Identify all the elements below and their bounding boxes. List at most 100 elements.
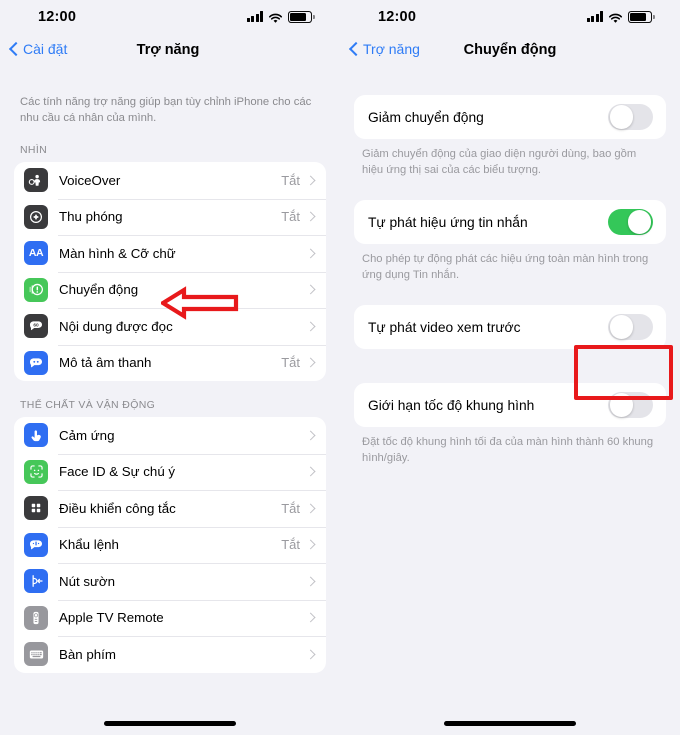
list-item-label: VoiceOver — [59, 172, 121, 188]
svg-text:60: 60 — [33, 323, 39, 329]
list-item-label: Mô tả âm thanh — [59, 355, 152, 371]
setting-label: Giới hạn tốc độ khung hình — [368, 397, 535, 413]
right-content: Giảm chuyển động Giảm chuyển động của gi… — [340, 72, 680, 466]
auto-play-video-previews-toggle[interactable] — [608, 313, 653, 341]
reduce-motion-footnote: Giảm chuyển động của giao diện người dùn… — [362, 148, 637, 176]
list-item-voice-control[interactable]: Khẩu lệnh Tắt — [14, 526, 326, 564]
list-item-label: Nội dung được đọc — [59, 318, 173, 334]
limit-frame-rate-footnote: Đặt tốc độ khung hình tối đa của màn hìn… — [362, 436, 654, 464]
cellular-bars-icon — [586, 11, 603, 23]
list-item-display-text-size[interactable]: AA Màn hình & Cỡ chữ — [14, 235, 326, 272]
wifi-icon — [268, 11, 283, 23]
page-title: Trợ năng — [136, 42, 200, 58]
list-item-label: Face ID & Sự chú ý — [59, 464, 176, 480]
list-item-value: Tắt — [281, 537, 300, 553]
setting-label: Tự phát hiệu ứng tin nhắn — [368, 214, 528, 230]
reduce-motion-toggle[interactable] — [608, 103, 653, 131]
list-item-value: Tắt — [281, 172, 300, 188]
nav-bar-right: Trợ năng Chuyển động — [340, 36, 680, 72]
status-bar-left: 12:00 — [0, 0, 340, 36]
status-bar-icons — [586, 11, 655, 23]
section-header-physical-motor: THỂ CHẤT VÀ VẬN ĐỘNG — [20, 399, 156, 411]
chevron-right-icon — [307, 612, 314, 624]
status-bar-right: 12:00 — [340, 0, 680, 36]
battery-icon — [628, 11, 655, 23]
wifi-icon — [608, 11, 623, 23]
list-item-label: Khẩu lệnh — [59, 537, 119, 553]
chevron-right-icon — [307, 284, 314, 296]
audio-descriptions-icon — [24, 350, 48, 375]
spoken-content-icon: 60 — [24, 314, 48, 339]
list-item-side-button[interactable]: Nút sườn — [14, 563, 326, 600]
chevron-right-icon — [307, 211, 314, 223]
limit-frame-rate-toggle[interactable] — [608, 391, 653, 419]
list-item-keyboard[interactable]: Bàn phím — [14, 636, 326, 673]
apple-tv-remote-icon — [24, 605, 48, 630]
list-item-label: Nút sườn — [59, 573, 116, 589]
list-item-voiceover[interactable]: VoiceOver Tắt — [14, 162, 326, 199]
face-id-icon — [24, 459, 48, 484]
list-item-zoom[interactable]: Thu phóng Tắt — [14, 198, 326, 236]
home-indicator-right — [444, 721, 576, 726]
voice-control-icon — [24, 532, 48, 557]
auto-play-message-effects-footnote: Cho phép tự động phát các hiệu ứng toàn … — [362, 253, 649, 281]
chevron-right-icon — [307, 357, 314, 369]
chevron-right-icon — [307, 648, 314, 660]
list-item-apple-tv-remote[interactable]: Apple TV Remote — [14, 599, 326, 637]
chevron-right-icon — [307, 174, 314, 186]
accessibility-intro-text: Các tính năng trợ năng giúp bạn tùy chỉn… — [20, 96, 312, 124]
chevron-right-icon — [307, 502, 314, 514]
switch-control-icon — [24, 496, 48, 521]
display-text-size-icon: AA — [24, 241, 48, 266]
setting-label: Tự phát video xem trước — [368, 319, 521, 335]
chevron-right-icon — [307, 320, 314, 332]
list-item-value: Tắt — [281, 500, 300, 516]
chevron-right-icon — [307, 429, 314, 441]
setting-row-auto-play-video-previews: Tự phát video xem trước — [354, 305, 666, 349]
setting-row-auto-play-message-effects: Tự phát hiệu ứng tin nhắn — [354, 200, 666, 244]
keyboard-icon — [24, 642, 48, 667]
chevron-right-icon — [307, 466, 314, 478]
voiceover-icon — [24, 168, 48, 193]
auto-play-message-effects-toggle[interactable] — [608, 208, 653, 236]
list-item-label: Apple TV Remote — [59, 610, 164, 626]
left-phone-screen: 12:00 Cài đặt Trợ năng Các tính năng trợ… — [0, 0, 340, 735]
list-item-switch-control[interactable]: Điều khiển công tắc Tắt — [14, 490, 326, 527]
cellular-bars-icon — [246, 11, 263, 23]
nav-bar-left: Cài đặt Trợ năng — [0, 36, 340, 72]
motion-icon — [24, 277, 48, 302]
limit-frame-rate-card: Giới hạn tốc độ khung hình — [354, 383, 666, 427]
left-content: Các tính năng trợ năng giúp bạn tùy chỉn… — [0, 72, 340, 673]
home-indicator-left — [104, 721, 236, 726]
screenshot-stage: 12:00 Cài đặt Trợ năng Các tính năng trợ… — [0, 0, 680, 735]
list-item-label: Điều khiển công tắc — [59, 500, 176, 516]
list-item-audio-descriptions[interactable]: Mô tả âm thanh Tắt — [14, 344, 326, 382]
physical-motor-settings-card: Cảm ứng Face ID & Sự chú ý Điều khiển cô… — [14, 417, 326, 673]
setting-row-reduce-motion: Giảm chuyển động — [354, 95, 666, 139]
auto-play-video-previews-card: Tự phát video xem trước — [354, 305, 666, 349]
list-item-label: Màn hình & Cỡ chữ — [59, 245, 176, 261]
battery-icon — [288, 11, 315, 23]
chevron-right-icon — [307, 539, 314, 551]
list-item-value: Tắt — [281, 209, 300, 225]
list-item-face-id[interactable]: Face ID & Sự chú ý — [14, 453, 326, 491]
list-item-label: Chuyển động — [59, 282, 139, 298]
list-item-label: Cảm ứng — [59, 427, 115, 443]
status-bar-clock: 12:00 — [378, 9, 417, 25]
list-item-touch[interactable]: Cảm ứng — [14, 417, 326, 454]
page-title: Chuyển động — [463, 42, 557, 58]
setting-row-limit-frame-rate: Giới hạn tốc độ khung hình — [354, 383, 666, 427]
reduce-motion-card: Giảm chuyển động — [354, 95, 666, 139]
status-bar-clock: 12:00 — [38, 9, 77, 25]
zoom-icon — [24, 204, 48, 229]
section-header-vision: NHÌN — [20, 144, 48, 156]
list-item-value: Tắt — [281, 355, 300, 371]
right-phone-screen: 12:00 Trợ năng Chuyển động Giảm chuyển đ… — [340, 0, 680, 735]
auto-play-message-effects-card: Tự phát hiệu ứng tin nhắn — [354, 200, 666, 244]
list-item-label: Thu phóng — [59, 209, 123, 225]
list-item-label: Bàn phím — [59, 646, 116, 662]
chevron-right-icon — [307, 575, 314, 587]
list-item-motion[interactable]: Chuyển động — [14, 271, 326, 309]
side-button-icon — [24, 569, 48, 594]
list-item-spoken-content[interactable]: 60 Nội dung được đọc — [14, 308, 326, 345]
